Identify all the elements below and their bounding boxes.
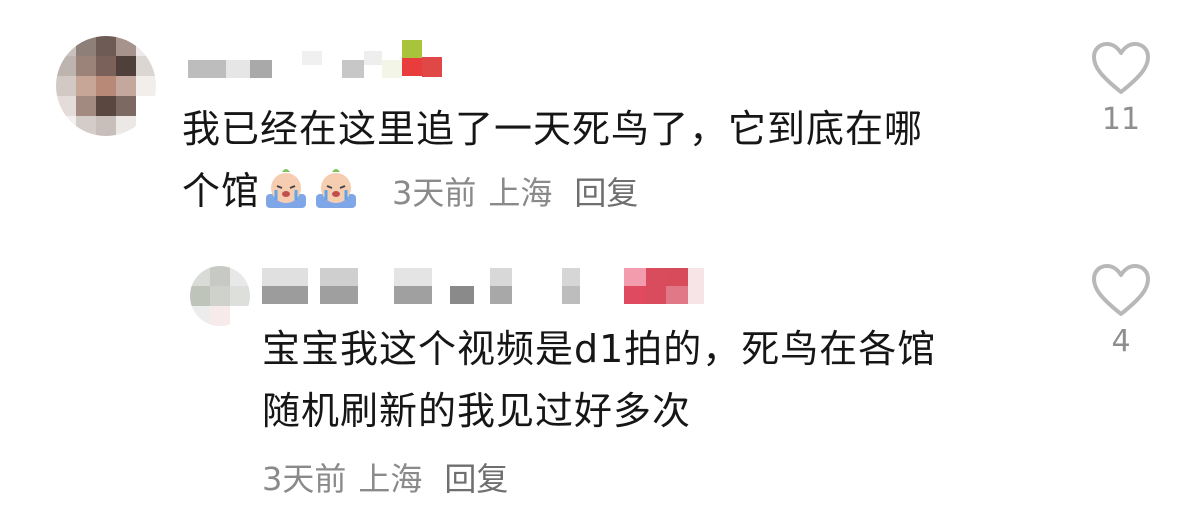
heart-icon xyxy=(1092,264,1150,316)
avatar[interactable] xyxy=(190,266,250,326)
reply-time: 3天前 xyxy=(262,460,347,498)
like-count: 4 xyxy=(1111,324,1131,359)
reply-text: 宝宝我这个视频是d1拍的，死鸟在各馆 随机刷新的我见过好多次 xyxy=(262,318,936,442)
username-pixelated[interactable] xyxy=(262,266,704,306)
reply-button[interactable]: 回复 xyxy=(444,454,508,500)
like-button[interactable]: 4 xyxy=(1086,264,1156,359)
reply-item: 宝宝我这个视频是d1拍的，死鸟在各馆 随机刷新的我见过好多次 3天前 上海 回复… xyxy=(0,0,1200,527)
reply-meta: 3天前 上海 回复 xyxy=(262,454,508,500)
reply-text-line-1: 宝宝我这个视频是d1拍的，死鸟在各馆 xyxy=(262,327,937,371)
reply-location: 上海 xyxy=(358,460,423,498)
reply-text-line-2: 随机刷新的我见过好多次 xyxy=(262,389,692,433)
